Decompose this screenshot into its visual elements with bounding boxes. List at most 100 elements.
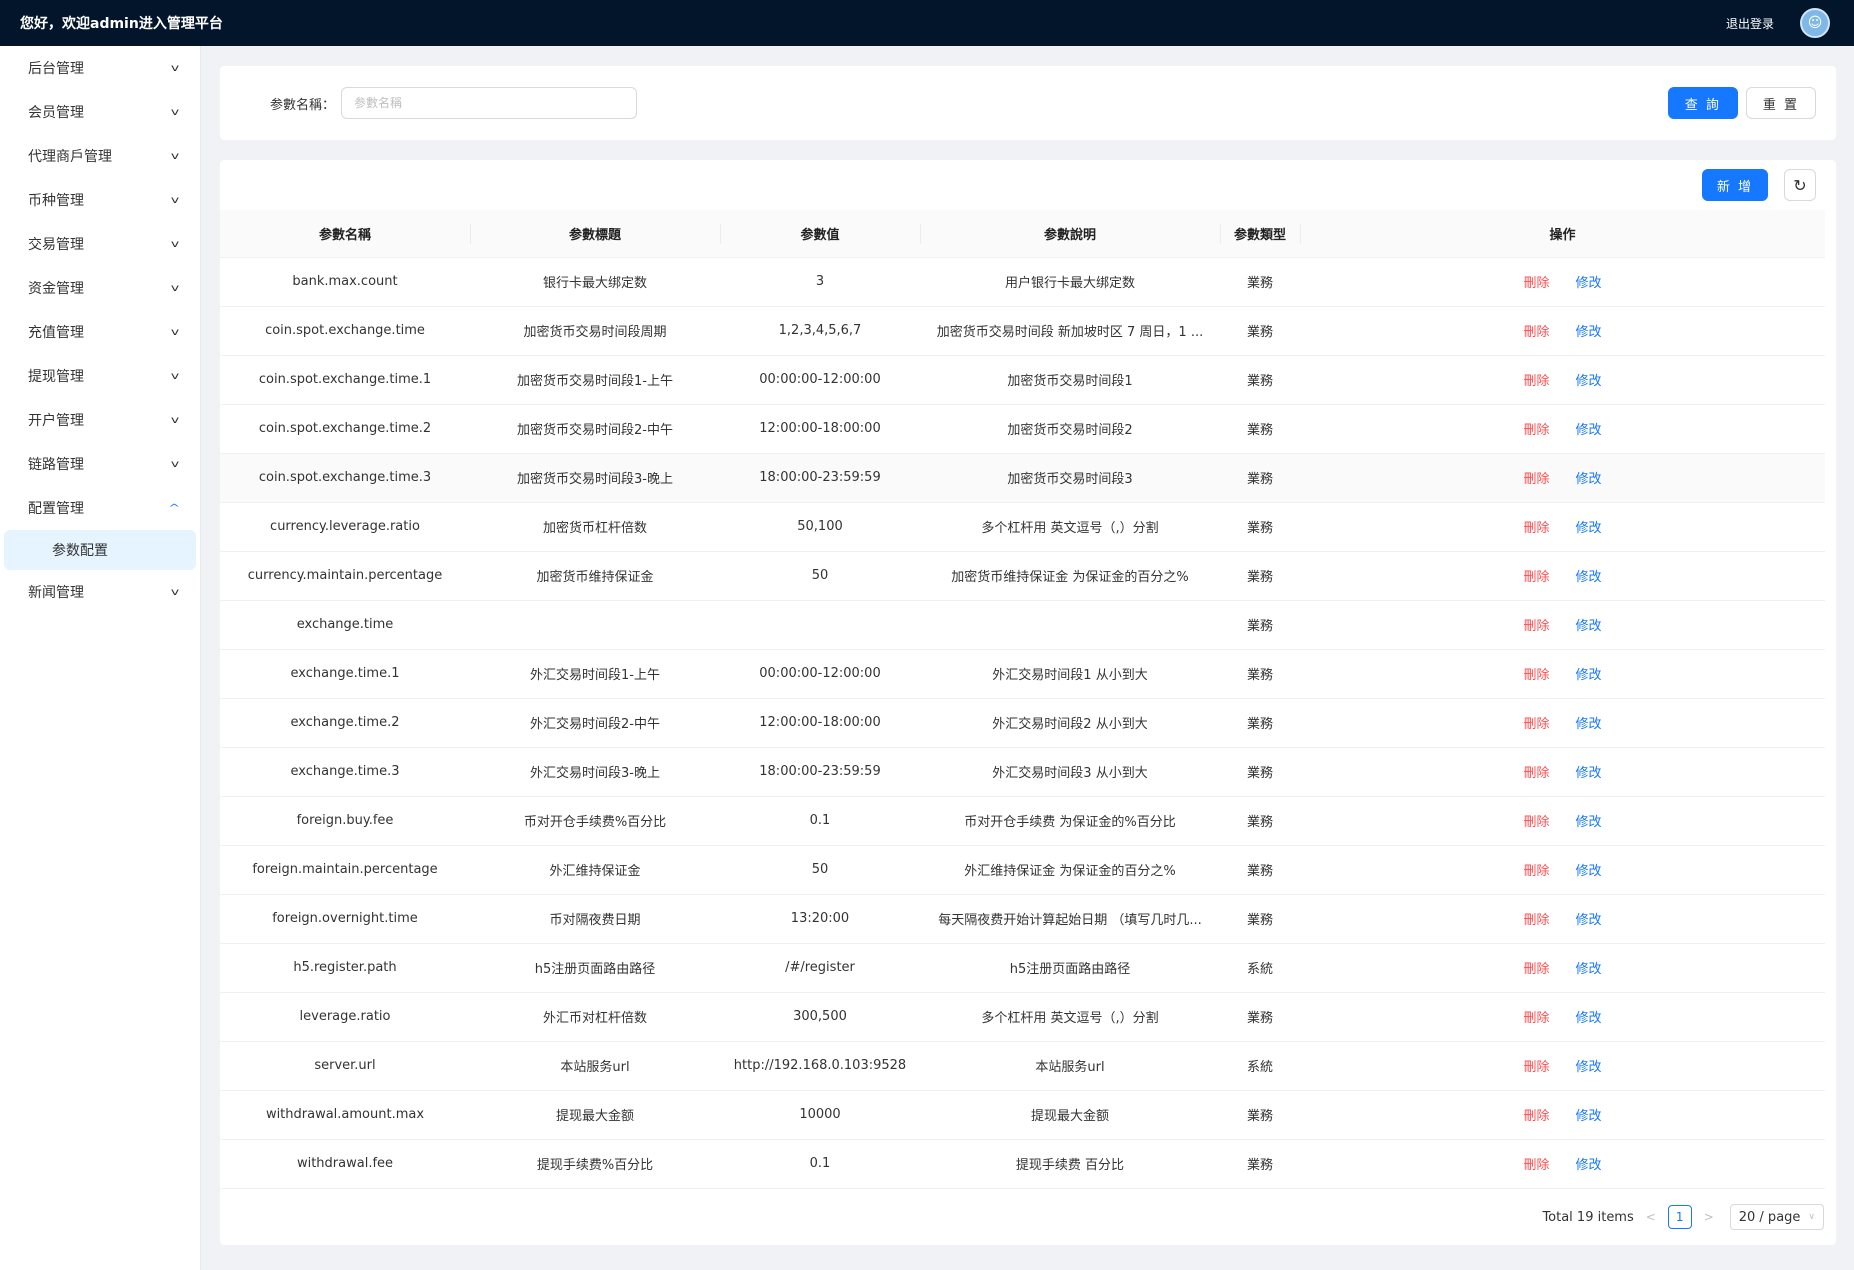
- param-name-search-input[interactable]: [341, 87, 638, 119]
- table-cell: 多个杠杆用 英文逗号（,）分割: [920, 502, 1220, 552]
- table-cell: 外汇交易时间段3 从小到大: [920, 747, 1220, 797]
- avatar[interactable]: ☺: [1800, 8, 1830, 38]
- table-cell: 加密货币交易时间段周期: [470, 306, 720, 356]
- chevron-down-icon: v: [170, 62, 180, 74]
- actions-cell: 刪除 修改: [1300, 943, 1825, 993]
- edit-button[interactable]: 修改: [1576, 1060, 1602, 1075]
- delete-button[interactable]: 刪除: [1523, 766, 1549, 781]
- table-cell: 提现最大金额: [470, 1090, 720, 1140]
- table-cell: /#/register: [720, 943, 920, 993]
- table-cell: 業務: [1220, 404, 1300, 454]
- edit-button[interactable]: 修改: [1576, 1109, 1602, 1124]
- sidebar-item-1[interactable]: 会员管理 v: [0, 90, 200, 134]
- column-header: 参數值: [720, 210, 920, 258]
- actions-cell: 刪除 修改: [1300, 551, 1825, 601]
- table-cell: 币对开仓手续费 为保证金的%百分比: [920, 796, 1220, 846]
- reset-button[interactable]: 重 置: [1745, 87, 1816, 119]
- chevron-down-icon: v: [170, 458, 180, 470]
- column-header: 操作: [1300, 210, 1825, 258]
- table-row: coin.spot.exchange.time.1 加密货币交易时间段1-上午 00…: [220, 355, 1825, 405]
- edit-button[interactable]: 修改: [1576, 472, 1602, 487]
- table-cell: 18:00:00-23:59:59: [720, 453, 920, 503]
- delete-button[interactable]: 刪除: [1523, 962, 1549, 977]
- table-row: coin.spot.exchange.time.3 加密货币交易时间段3-晚上 18…: [220, 453, 1825, 503]
- page-number[interactable]: 1: [1667, 1205, 1692, 1229]
- sidebar-item-4[interactable]: 交易管理 v: [0, 222, 200, 266]
- sidebar-item-2[interactable]: 代理商戶管理 v: [0, 134, 200, 178]
- chevron-down-icon: v: [170, 106, 180, 118]
- add-button[interactable]: 新 增: [1701, 169, 1768, 201]
- actions-cell: 刪除 修改: [1300, 1139, 1825, 1189]
- edit-button[interactable]: 修改: [1576, 717, 1602, 732]
- edit-button[interactable]: 修改: [1576, 815, 1602, 830]
- delete-button[interactable]: 刪除: [1523, 521, 1549, 536]
- pagination-total: Total 19 items: [1542, 1209, 1634, 1225]
- delete-button[interactable]: 刪除: [1523, 325, 1549, 340]
- delete-button[interactable]: 刪除: [1523, 1109, 1549, 1124]
- logout-link[interactable]: 退出登录: [1726, 15, 1774, 32]
- delete-button[interactable]: 刪除: [1523, 472, 1549, 487]
- edit-button[interactable]: 修改: [1576, 570, 1602, 585]
- sidebar-item-label: 资金管理: [28, 281, 84, 297]
- sidebar-subitem-param-config[interactable]: 参数配置: [4, 530, 196, 570]
- edit-button[interactable]: 修改: [1576, 864, 1602, 879]
- sidebar-item-9[interactable]: 链路管理 v: [0, 442, 200, 486]
- refresh-button[interactable]: ↻: [1784, 169, 1816, 201]
- edit-button[interactable]: 修改: [1576, 521, 1602, 536]
- table-row: currency.maintain.percentage 加密货币维持保证金 50 加…: [220, 551, 1825, 601]
- table-cell: 外汇交易时间段1-上午: [470, 649, 720, 699]
- delete-button[interactable]: 刪除: [1523, 815, 1549, 830]
- params-table: 参數名稱 参數標題 参數值 参數說明 参數類型 操作 bank.max.count 银行卡最…: [220, 210, 1825, 1189]
- table-cell: foreign.maintain.percentage: [220, 845, 470, 895]
- next-page-icon[interactable]: >: [1702, 1210, 1716, 1224]
- edit-button[interactable]: 修改: [1576, 1158, 1602, 1173]
- table-cell: 本站服务url: [920, 1041, 1220, 1091]
- sidebar-item-label: 后台管理: [28, 61, 84, 77]
- avatar-icon: ☺: [1807, 15, 1823, 31]
- delete-button[interactable]: 刪除: [1523, 423, 1549, 438]
- edit-button[interactable]: 修改: [1576, 374, 1602, 389]
- table-row: coin.spot.exchange.time 加密货币交易时间段周期 1,2,3,…: [220, 306, 1825, 356]
- delete-button[interactable]: 刪除: [1523, 276, 1549, 291]
- sidebar-item-0[interactable]: 后台管理 v: [0, 46, 200, 90]
- sidebar-item-3[interactable]: 币种管理 v: [0, 178, 200, 222]
- edit-button[interactable]: 修改: [1576, 423, 1602, 438]
- sidebar-item-11[interactable]: 新闻管理 v: [0, 570, 200, 614]
- edit-button[interactable]: 修改: [1576, 619, 1602, 634]
- prev-page-icon[interactable]: <: [1644, 1210, 1658, 1224]
- delete-button[interactable]: 刪除: [1523, 668, 1549, 683]
- sidebar-item-label: 链路管理: [28, 457, 84, 473]
- query-button[interactable]: 查 詢: [1667, 87, 1738, 119]
- delete-button[interactable]: 刪除: [1523, 570, 1549, 585]
- delete-button[interactable]: 刪除: [1523, 1158, 1549, 1173]
- table-cell: 業務: [1220, 1090, 1300, 1140]
- delete-button[interactable]: 刪除: [1523, 717, 1549, 732]
- delete-button[interactable]: 刪除: [1523, 619, 1549, 634]
- table-cell: 業務: [1220, 600, 1300, 650]
- delete-button[interactable]: 刪除: [1523, 374, 1549, 389]
- sidebar-item-label: 开户管理: [28, 413, 84, 429]
- sidebar-item-10[interactable]: 配置管理 ^: [0, 486, 200, 530]
- sidebar-item-5[interactable]: 资金管理 v: [0, 266, 200, 310]
- delete-button[interactable]: 刪除: [1523, 864, 1549, 879]
- header-right: 退出登录 ☺: [1726, 8, 1830, 38]
- delete-button[interactable]: 刪除: [1523, 913, 1549, 928]
- edit-button[interactable]: 修改: [1576, 766, 1602, 781]
- edit-button[interactable]: 修改: [1576, 962, 1602, 977]
- chevron-up-icon: ^: [167, 502, 180, 514]
- edit-button[interactable]: 修改: [1576, 668, 1602, 683]
- sidebar: 后台管理 v 会员管理 v 代理商戶管理 v 币种管理 v 交易管理 v 资金管理 v 充值管理 v 提现管…: [0, 46, 201, 1270]
- table-row: foreign.overnight.time 币对隔夜费日期 13:20:00 每天隔…: [220, 894, 1825, 944]
- edit-button[interactable]: 修改: [1576, 1011, 1602, 1026]
- edit-button[interactable]: 修改: [1576, 325, 1602, 340]
- edit-button[interactable]: 修改: [1576, 276, 1602, 291]
- delete-button[interactable]: 刪除: [1523, 1011, 1549, 1026]
- sidebar-item-8[interactable]: 开户管理 v: [0, 398, 200, 442]
- table-cell: 加密货币交易时间段1: [920, 355, 1220, 405]
- sidebar-item-6[interactable]: 充值管理 v: [0, 310, 200, 354]
- table-cell: 50: [720, 551, 920, 601]
- edit-button[interactable]: 修改: [1576, 913, 1602, 928]
- sidebar-item-7[interactable]: 提现管理 v: [0, 354, 200, 398]
- delete-button[interactable]: 刪除: [1523, 1060, 1549, 1075]
- page-size-select[interactable]: 20 / page ∨: [1729, 1204, 1824, 1230]
